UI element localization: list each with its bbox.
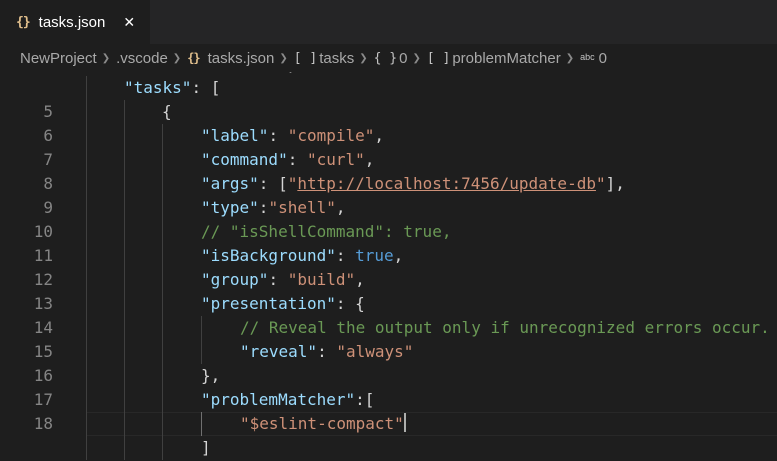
code-line[interactable]: 9 "args": ["http://localhost:7456/update… (0, 172, 777, 217)
code-line-current[interactable]: 19 "$eslint-compact" (0, 412, 777, 436)
breadcrumb-tasks[interactable]: [ ] tasks (294, 50, 355, 67)
json-file-icon: {} (16, 14, 31, 30)
breadcrumb-file[interactable]: {} tasks.json (187, 50, 274, 67)
array-icon: [ ] (426, 50, 451, 66)
code-line[interactable]: 11 // "isShellCommand": true, (0, 220, 777, 265)
code-line[interactable]: 6 { (0, 100, 777, 145)
tab-label: tasks.json (38, 13, 106, 31)
text-cursor (403, 413, 406, 432)
code-line[interactable]: 13 "group": "build", (0, 268, 777, 313)
tab-tasks-json[interactable]: {} tasks.json ✕ (0, 0, 150, 44)
breadcrumb-problem-matcher[interactable]: [ ] problemMatcher (427, 50, 561, 67)
array-icon: [ ] (293, 50, 318, 66)
code-line[interactable]: 18 "problemMatcher":[ (0, 388, 777, 433)
string-icon: abc (580, 52, 595, 62)
breadcrumb-index[interactable]: abc 0 (580, 50, 607, 67)
code-line[interactable]: 14 "presentation": { (0, 292, 777, 337)
code-line[interactable]: 7 "label": "compile", (0, 124, 777, 169)
code-editor[interactable]: ، 5 "tasks": [ 6 { 7 "label": "compile",… (0, 72, 777, 461)
code-comment: // Reveal the output only if unrecognize… (240, 318, 770, 337)
url-link[interactable]: http://localhost:7456/update-db (297, 174, 596, 193)
chevron-right-icon: ❯ (279, 52, 288, 64)
current-line-highlight (86, 412, 777, 436)
json-file-icon: {} (187, 51, 200, 65)
code-line[interactable]: 8 "command": "curl", (0, 148, 777, 193)
object-icon: { } (373, 50, 398, 66)
code-line[interactable]: 10 "type":"shell", (0, 196, 777, 241)
chevron-right-icon: ❯ (101, 52, 111, 64)
code-line[interactable]: 12 "isBackground": true, (0, 244, 777, 289)
code-line[interactable]: 16 "reveal": "always" (0, 340, 777, 385)
chevron-right-icon: ❯ (412, 52, 421, 64)
code-line[interactable]: 17 }, (0, 364, 777, 409)
code-line[interactable]: 15 // Reveal the output only if unrecogn… (0, 316, 777, 361)
json-key: "tasks" (124, 78, 192, 97)
breadcrumb-folder[interactable]: .vscode (116, 50, 168, 67)
tab-bar: {} tasks.json ✕ (0, 0, 777, 44)
breadcrumb-project[interactable]: NewProject (20, 50, 97, 67)
code-line[interactable]: 5 "tasks": [ (0, 76, 777, 121)
close-icon[interactable]: ✕ (123, 14, 135, 31)
chevron-right-icon: ❯ (172, 52, 182, 64)
chevron-right-icon: ❯ (565, 52, 575, 64)
breadcrumb: NewProject ❯ .vscode ❯ {} tasks.json ❯ [… (0, 44, 777, 72)
code-line[interactable]: 20 ] (0, 436, 777, 460)
breadcrumb-item[interactable]: { } 0 (374, 50, 408, 67)
code-comment: // "isShellCommand": true, (201, 222, 452, 241)
chevron-right-icon: ❯ (359, 52, 368, 64)
